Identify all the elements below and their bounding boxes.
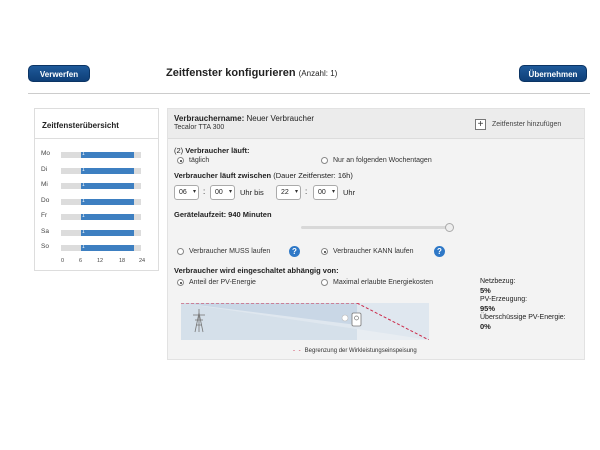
- overview-day-row: Sa 1: [41, 228, 156, 238]
- axis-tick: 0: [61, 258, 65, 264]
- overview-day-row: Do 1: [41, 197, 156, 207]
- day-window-bar[interactable]: [81, 245, 135, 251]
- until-label: Uhr bis: [240, 188, 264, 197]
- plus-icon: +: [475, 119, 486, 130]
- day-label: Sa: [41, 227, 49, 235]
- day-label: Di: [41, 165, 48, 173]
- window-number: 1: [82, 244, 85, 250]
- day-label: Do: [41, 196, 50, 204]
- help-icon[interactable]: ?: [434, 246, 445, 257]
- radio-weekdays[interactable]: Nur an folgenden Wochentagen: [321, 157, 432, 164]
- day-window-bar[interactable]: [81, 183, 135, 189]
- radio-can-run[interactable]: Verbraucher KANN laufen: [321, 248, 414, 255]
- runtime-slider[interactable]: [301, 226, 451, 229]
- consumer-header: Verbrauchername: Neuer Verbraucher Tecal…: [168, 109, 584, 139]
- pv-share-graphic: [181, 303, 429, 340]
- day-label: So: [41, 243, 49, 250]
- day-window-bar[interactable]: [81, 167, 135, 174]
- window-number: 1: [82, 166, 85, 173]
- axis-tick: 24: [139, 258, 146, 264]
- day-track: [61, 167, 141, 174]
- consumer-name: Verbrauchername: Neuer Verbraucher: [174, 114, 315, 123]
- chevron-down-icon: ▾: [228, 189, 232, 195]
- radio-dot: [321, 248, 328, 255]
- grid-draw-value: 5%: [480, 286, 491, 295]
- day-window-bar[interactable]: [81, 152, 135, 158]
- add-window-button[interactable]: + Zeitfenster hinzufügen: [475, 118, 561, 131]
- day-window-bar[interactable]: [81, 214, 135, 220]
- runs-heading: (2) Verbraucher läuft:: [174, 146, 250, 155]
- colon: :: [305, 187, 308, 196]
- chevron-down-icon: ▾: [192, 189, 196, 195]
- day-track: [61, 198, 141, 205]
- radio-pv-share[interactable]: Anteil der PV-Energie: [177, 279, 256, 286]
- grid-draw-label: Netzbezug:: [480, 278, 516, 285]
- radio-dot: [177, 157, 184, 164]
- to-hour-select[interactable]: 22 ▾: [276, 185, 301, 200]
- window-number: 1: [82, 182, 85, 188]
- overview-day-row: Mi 1: [41, 181, 156, 191]
- window-number: 1: [82, 197, 85, 204]
- axis-tick: 6: [79, 258, 83, 264]
- uhr-label: Uhr: [343, 188, 356, 197]
- consumer-model: Tecalor TTA 300: [174, 124, 225, 131]
- day-window-bar[interactable]: [81, 198, 135, 205]
- day-track: [61, 245, 141, 251]
- header-divider: [28, 93, 590, 94]
- colon: :: [203, 187, 206, 196]
- pv-generation-label: PV-Erzeugung:: [480, 296, 528, 303]
- pv-generation-value: 95%: [480, 304, 496, 313]
- radio-dot: [177, 248, 184, 255]
- day-label: Mo: [41, 150, 51, 157]
- radio-dot: [177, 279, 184, 286]
- overview-title: Zeitfensterübersicht: [35, 109, 158, 139]
- chevron-down-icon: ▾: [331, 189, 335, 195]
- runtime-slider-handle[interactable]: [445, 223, 454, 232]
- between-heading: Verbraucher läuft zwischen (Dauer Zeitfe…: [174, 171, 353, 180]
- surplus-pv-value: 0%: [480, 322, 491, 331]
- page-title: Zeitfenster konfigurieren (Anzahl: 1): [166, 67, 338, 79]
- from-minute-select[interactable]: 00 ▾: [210, 185, 235, 200]
- energy-stats: Netzbezug: 5% PV-Erzeugung: 95% Überschü…: [480, 277, 566, 331]
- window-number: 1: [82, 228, 85, 235]
- depends-heading: Verbraucher wird eingeschaltet abhängig …: [174, 266, 339, 275]
- overview-day-row: Di 1: [41, 166, 156, 176]
- radio-daily[interactable]: täglich: [177, 157, 209, 164]
- consumer-config-panel: Verbrauchername: Neuer Verbraucher Tecal…: [167, 108, 585, 360]
- day-track: [61, 183, 141, 189]
- help-icon[interactable]: ?: [289, 246, 300, 257]
- dashed-line-icon: - -: [293, 348, 302, 354]
- radio-dot: [321, 279, 328, 286]
- pv-share-chart[interactable]: [181, 303, 429, 340]
- window-count: (Anzahl: 1): [298, 69, 338, 78]
- day-label: Mi: [41, 181, 48, 188]
- window-number: 1: [82, 213, 85, 219]
- radio-dot: [321, 157, 328, 164]
- radio-must-run[interactable]: Verbraucher MUSS laufen: [177, 248, 270, 255]
- day-track: [61, 214, 141, 220]
- axis-tick: 18: [119, 258, 126, 264]
- overview-day-row: Fr 1: [41, 212, 156, 222]
- to-minute-select[interactable]: 00 ▾: [313, 185, 338, 200]
- overview-day-row: Mo 1: [41, 150, 156, 160]
- from-hour-select[interactable]: 06 ▾: [174, 185, 199, 200]
- day-label: Fr: [41, 212, 48, 219]
- discard-button[interactable]: Verwerfen: [28, 65, 90, 82]
- day-track: [61, 152, 141, 158]
- day-window-bar[interactable]: [81, 229, 135, 236]
- overview-axis: 0 6 12 18 24: [40, 258, 155, 266]
- overview-day-row: So 1: [41, 243, 156, 253]
- runtime-label: Gerätelaufzeit: 940 Minuten: [174, 210, 272, 219]
- axis-tick: 12: [97, 258, 104, 264]
- apply-button[interactable]: Übernehmen: [519, 65, 587, 82]
- chart-legend: - - Begrenzung der Wirkleistungseinspeisu…: [293, 348, 417, 354]
- chevron-down-icon: ▾: [294, 189, 298, 195]
- day-track: [61, 229, 141, 236]
- add-window-label: Zeitfenster hinzufügen: [492, 121, 562, 128]
- window-number: 1: [82, 151, 85, 157]
- radio-max-cost[interactable]: Maximal erlaubte Energiekosten: [321, 279, 433, 286]
- surplus-pv-label: Überschüssige PV-Energie:: [480, 314, 566, 321]
